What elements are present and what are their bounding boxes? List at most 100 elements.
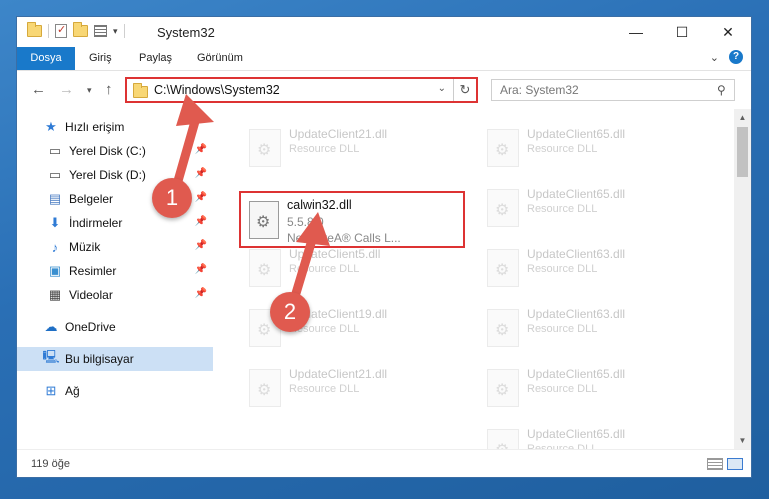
sidebar-item-videos[interactable]: ▦ Videolar 📌	[17, 283, 213, 307]
list-item[interactable]: UpdateClient63.dll Resource DLL	[477, 303, 677, 353]
pin-icon[interactable]: 📌	[195, 240, 207, 251]
file-description: NetWareA® Calls L...	[287, 231, 401, 245]
file-name: calwin32.dll	[287, 198, 352, 212]
video-icon: ▦	[48, 287, 62, 302]
sidebar-item-network[interactable]: ⊞ Ağ	[17, 379, 213, 403]
list-item[interactable]: UpdateClient65.dll Resource DLL	[477, 423, 677, 449]
explorer-window: ▾ System32 — ☐ ✕ Dosya Giriş Paylaş Görü…	[16, 16, 752, 478]
pin-icon[interactable]: 📌	[195, 168, 207, 179]
vertical-scrollbar[interactable]: ▲ ▼	[734, 109, 751, 449]
list-item[interactable]: UpdateClient65.dll Resource DLL	[477, 363, 677, 413]
refresh-icon[interactable]: ↻	[453, 79, 476, 101]
recent-locations-icon[interactable]: ▾	[87, 85, 92, 96]
help-icon[interactable]: ?	[729, 50, 743, 64]
file-name: UpdateClient65.dll	[527, 187, 626, 201]
back-arrow-icon[interactable]: ←	[31, 81, 46, 98]
sidebar-item-label: İndirmeler	[69, 216, 123, 230]
item-count: 119 öğe	[31, 458, 70, 470]
details-view-icon[interactable]	[707, 458, 723, 470]
dll-file-icon	[487, 429, 519, 449]
sidebar-item-local-disk-c[interactable]: ▭ Yerel Disk (C:) 📌	[17, 139, 213, 163]
pin-icon[interactable]: 📌	[195, 192, 207, 203]
sidebar-item-label: Belgeler	[69, 192, 114, 206]
tab-home[interactable]: Giriş	[81, 47, 120, 70]
pin-icon[interactable]: 📌	[195, 216, 207, 227]
sidebar-item-this-pc[interactable]: 🖳 Bu bilgisayar	[17, 347, 213, 371]
file-name: UpdateClient63.dll	[527, 307, 626, 321]
list-item[interactable]: UpdateClient21.dll Resource DLL	[239, 363, 439, 413]
file-name: UpdateClient21.dll	[289, 127, 388, 141]
navigation-pane: ★ Hızlı erişim ▭ Yerel Disk (C:) 📌 ▭ Yer…	[17, 109, 213, 449]
navigation-bar: ← → ▾ ↑ C:\Windows\System32 ⌄ ↻ Ara: Sys…	[17, 71, 751, 109]
pin-icon[interactable]: 📌	[195, 264, 207, 275]
status-bar: 119 öğe	[17, 449, 751, 477]
pictures-icon: ▣	[48, 263, 62, 278]
maximize-button[interactable]: ☐	[659, 17, 705, 47]
sidebar-item-label: Hızlı erişim	[65, 120, 125, 134]
computer-icon: 🖳	[42, 349, 60, 364]
file-name: UpdateClient65.dll	[527, 367, 626, 381]
sidebar-item-label: Müzik	[69, 240, 101, 254]
dll-file-icon	[487, 249, 519, 287]
tab-file[interactable]: Dosya	[17, 47, 75, 70]
search-input[interactable]: Ara: System32 ⚲	[491, 79, 735, 101]
view-toggles	[707, 458, 743, 470]
sidebar-item-onedrive[interactable]: ☁ OneDrive	[17, 315, 213, 339]
scroll-thumb[interactable]	[737, 127, 748, 177]
file-type: Resource DLL	[527, 323, 598, 335]
folder-icon	[133, 83, 148, 98]
sidebar-item-pictures[interactable]: ▣ Resimler 📌	[17, 259, 213, 283]
pin-icon[interactable]: 📌	[195, 288, 207, 299]
new-folder-icon[interactable]	[73, 22, 88, 37]
tiles-view-icon[interactable]	[727, 458, 743, 470]
sidebar-item-label: Videolar	[69, 288, 113, 302]
customize-toolbar-icon[interactable]: ▾	[113, 26, 118, 37]
view-icon[interactable]	[94, 25, 107, 37]
up-arrow-icon[interactable]: ↑	[105, 81, 113, 98]
tab-share[interactable]: Paylaş	[131, 47, 180, 70]
close-button[interactable]: ✕	[705, 17, 751, 47]
file-name: UpdateClient63.dll	[527, 247, 626, 261]
sidebar-item-label: Bu bilgisayar	[65, 352, 134, 366]
chevron-down-icon[interactable]: ⌄	[710, 51, 719, 64]
separator	[48, 24, 49, 38]
properties-icon[interactable]	[55, 23, 67, 38]
file-name: UpdateClient5.dll	[289, 247, 381, 261]
list-item[interactable]: UpdateClient65.dll Resource DLL	[477, 123, 677, 173]
chevron-down-icon[interactable]: ⌄	[438, 83, 446, 94]
file-list: UpdateClient21.dll Resource DLL UpdateCl…	[213, 109, 733, 449]
dll-file-icon	[249, 249, 281, 287]
list-item[interactable]: UpdateClient21.dll Resource DLL	[239, 123, 439, 173]
list-item[interactable]: UpdateClient65.dll Resource DLL	[477, 183, 677, 233]
list-item[interactable]: UpdateClient5.dll Resource DLL	[239, 243, 439, 293]
network-icon: ⊞	[45, 383, 57, 398]
list-item[interactable]: UpdateClient63.dll Resource DLL	[477, 243, 677, 293]
address-path[interactable]: C:\Windows\System32	[154, 83, 280, 97]
quick-access-toolbar: ▾	[27, 22, 125, 38]
dll-file-icon	[249, 129, 281, 167]
forward-arrow-icon[interactable]: →	[59, 81, 74, 98]
file-name: UpdateClient21.dll	[289, 367, 388, 381]
file-type: Resource DLL	[289, 383, 360, 395]
sidebar-item-downloads[interactable]: ⬇ İndirmeler 📌	[17, 211, 213, 235]
minimize-button[interactable]: —	[613, 17, 659, 47]
dll-file-icon	[487, 309, 519, 347]
file-type: Resource DLL	[289, 263, 360, 275]
sidebar-item-music[interactable]: ♪ Müzik 📌	[17, 235, 213, 259]
search-icon[interactable]: ⚲	[717, 83, 726, 97]
download-icon: ⬇	[49, 215, 61, 230]
pin-icon[interactable]: 📌	[195, 144, 207, 155]
sidebar-item-quick-access[interactable]: ★ Hızlı erişim	[17, 115, 213, 139]
file-type: Resource DLL	[527, 143, 598, 155]
dll-file-icon	[249, 369, 281, 407]
file-type: Resource DLL	[527, 383, 598, 395]
window-title: System32	[157, 25, 215, 40]
scroll-up-icon[interactable]: ▲	[734, 109, 751, 126]
dll-file-icon	[487, 369, 519, 407]
sidebar-item-label: Yerel Disk (C:)	[69, 144, 146, 158]
scroll-down-icon[interactable]: ▼	[734, 432, 751, 449]
tab-view[interactable]: Görünüm	[189, 47, 251, 70]
list-item[interactable]: UpdateClient19.dll Resource DLL	[239, 303, 439, 353]
highlighted-file-item[interactable]: calwin32.dll 5.5.8.0 NetWareA® Calls L..…	[239, 191, 465, 248]
address-bar[interactable]: C:\Windows\System32 ⌄ ↻	[125, 77, 478, 103]
